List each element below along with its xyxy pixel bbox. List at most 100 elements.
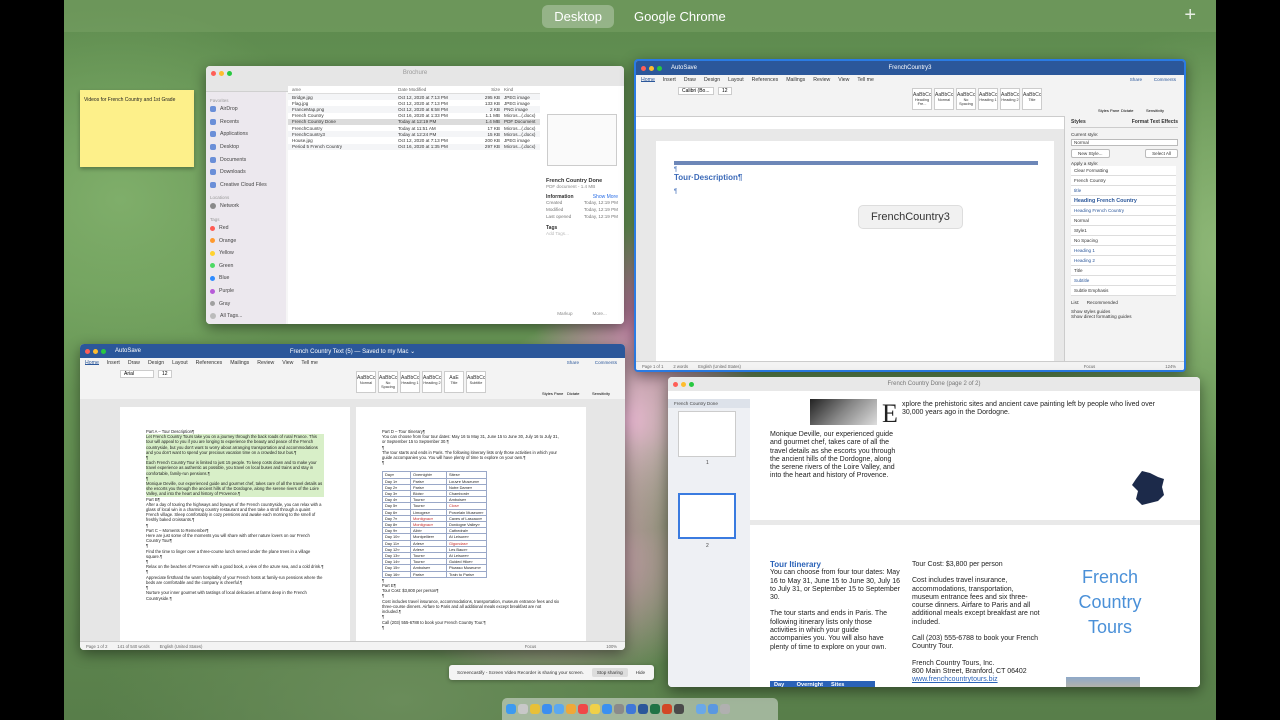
tab-format-text-effects[interactable]: Format Text Effects xyxy=(1132,119,1178,125)
file-row[interactable]: French Country Oct 16, 2020 at 1:33 PM 1.1… xyxy=(288,113,540,119)
tab-styles[interactable]: Styles xyxy=(1071,119,1086,125)
document-page-2[interactable]: Part D – Tour Itinerary¶ You can choose f… xyxy=(356,407,586,641)
sidebar-item-creative-cloud-files[interactable]: Creative Cloud Files xyxy=(210,179,282,192)
style-list-item[interactable]: French Country xyxy=(1071,176,1176,186)
paragraph[interactable]: Relax on the beaches of Provence with a … xyxy=(146,564,324,569)
add-tags-field[interactable]: Add Tags... xyxy=(546,231,618,236)
tab-tell-me[interactable]: Tell me xyxy=(857,77,873,83)
file-row[interactable]: House.jpg Oct 12, 2020 at 7:13 PM 200 KB JP… xyxy=(288,137,540,143)
style-gallery-item[interactable]: AaBbCcESubtitle xyxy=(466,371,486,393)
tab-view[interactable]: View xyxy=(282,360,293,366)
list-filter[interactable]: List: Recommended xyxy=(1071,300,1178,305)
table-cell[interactable]: Paris¤ xyxy=(410,570,447,578)
paragraph[interactable]: Each French Country Tour is limited to j… xyxy=(146,460,324,476)
style-gallery-item[interactable]: AaBbCcDdETitle xyxy=(1022,88,1042,110)
sidebar-tag-purple[interactable]: Purple xyxy=(210,285,282,298)
font-name-box[interactable]: Arial xyxy=(120,370,154,378)
new-style-button[interactable]: New Style... xyxy=(1071,149,1110,158)
tab-home[interactable]: Home xyxy=(641,77,655,83)
launchpad-icon[interactable] xyxy=(518,704,528,714)
select-all-button[interactable]: Select All xyxy=(1145,149,1178,158)
file-row[interactable]: Flag.jpg Oct 12, 2020 at 7:13 PM 133 KB JPE… xyxy=(288,100,540,106)
paragraph[interactable]: Cost includes travel insurance, accommod… xyxy=(382,599,560,615)
tab-draw[interactable]: Draw xyxy=(684,77,696,83)
tour-description-heading[interactable]: Tour·Description¶ xyxy=(674,173,742,182)
column-kind[interactable]: Kind xyxy=(504,87,540,92)
table-cell[interactable]: Caves of Lascaux¤ xyxy=(446,514,487,523)
document-area[interactable]: ¶ Tour·Description¶ ¶ xyxy=(636,129,1066,361)
paragraph[interactable]: ¶ xyxy=(382,625,560,630)
word-titlebar[interactable]: AutoSave FrenchCountry3 xyxy=(636,61,1184,75)
current-style-box[interactable]: Normal xyxy=(1071,139,1178,146)
space-tab-chrome[interactable]: Google Chrome xyxy=(622,5,738,28)
dictate-button[interactable]: Dictate xyxy=(1121,108,1133,113)
tab-draw[interactable]: Draw xyxy=(128,360,140,366)
style-gallery-item[interactable]: AaBbCcDdEHeading 2 xyxy=(1000,88,1020,110)
safari-icon[interactable] xyxy=(542,704,552,714)
font-name-box[interactable]: Calibri (Bo... xyxy=(678,87,714,95)
settings-icon[interactable] xyxy=(614,704,624,714)
sidebar-item-recents[interactable]: Recents xyxy=(210,116,282,129)
tab-tell-me[interactable]: Tell me xyxy=(301,360,317,366)
finder-window[interactable]: Brochure Favorites AirDrop Recents Applica… xyxy=(206,66,624,324)
tab-design[interactable]: Design xyxy=(148,360,164,366)
tab-layout[interactable]: Layout xyxy=(728,77,744,83)
mail-icon[interactable] xyxy=(554,704,564,714)
sidebar-tag-orange[interactable]: Orange xyxy=(210,234,282,247)
focus-button[interactable]: Focus xyxy=(1084,364,1095,369)
tab-mailings[interactable]: Mailings xyxy=(230,360,249,366)
style-list-item[interactable]: title xyxy=(1071,186,1176,196)
style-gallery-item[interactable]: AaBbCcDcHeading 1 xyxy=(400,371,420,393)
preview-titlebar[interactable]: French Country Done (page 2 of 2) xyxy=(668,377,1200,391)
tab-view[interactable]: View xyxy=(838,77,849,83)
file-row[interactable]: FrenchCountry Today at 11:51 AM 17 KB Micro… xyxy=(288,125,540,131)
sidebar-tag-yellow[interactable]: Yellow xyxy=(210,247,282,260)
paragraph[interactable]: Nurture your inner gourmet with tastings… xyxy=(146,590,324,600)
style-gallery-item[interactable]: AaBbCcDdENo Spacing xyxy=(378,371,398,393)
style-list-item[interactable]: Style1 xyxy=(1071,226,1176,236)
word-window-frenchcountry3[interactable]: AutoSave FrenchCountry3 Home Insert Draw De… xyxy=(634,59,1186,372)
focus-button[interactable]: Focus xyxy=(525,644,536,649)
document-page[interactable]: ¶ Tour·Description¶ ¶ xyxy=(656,141,1054,361)
sticky-note[interactable]: Videos for French Country and 1st Grade xyxy=(80,90,194,167)
more-button[interactable]: More... xyxy=(593,311,607,316)
calendar-icon[interactable] xyxy=(578,704,588,714)
sidebar-item-downloads[interactable]: Downloads xyxy=(210,166,282,179)
tab-review[interactable]: Review xyxy=(257,360,274,366)
tab-home[interactable]: Home xyxy=(85,360,99,366)
tab-design[interactable]: Design xyxy=(704,77,720,83)
paragraph[interactable]: After a day of touring the highways and … xyxy=(146,502,324,523)
tab-references[interactable]: References xyxy=(196,360,223,366)
company-website-link[interactable]: www.frenchcountrytours.biz xyxy=(912,676,1042,684)
style-list-item[interactable]: Subtitle xyxy=(1071,276,1176,286)
tab-insert[interactable]: Insert xyxy=(107,360,120,366)
sidebar-item-documents[interactable]: Documents xyxy=(210,153,282,166)
excel-icon[interactable] xyxy=(650,704,660,714)
style-gallery-item[interactable]: AaBbCcDdEHeading 1 xyxy=(978,88,998,110)
add-space-icon[interactable]: + xyxy=(1184,4,1196,27)
style-list-item[interactable]: Heading French Country xyxy=(1071,196,1176,206)
paragraph[interactable]: ¶ xyxy=(382,460,560,465)
share-button[interactable]: Share xyxy=(567,360,579,365)
dictate-button[interactable]: Dictate xyxy=(567,391,579,396)
paragraph[interactable]: Monique Deville, our experienced guide a… xyxy=(146,481,324,497)
paragraph[interactable]: Find the time to linger over a three-cou… xyxy=(146,549,324,559)
sidebar-item-applications[interactable]: Applications xyxy=(210,128,282,141)
downloads-icon[interactable] xyxy=(708,704,718,714)
file-row[interactable]: Period 5 French Country Oct 16, 2020 at 1… xyxy=(288,143,540,150)
style-list-item[interactable]: Normal xyxy=(1071,216,1176,226)
paragraph[interactable]: Appreciate firsthand the warm hospitalit… xyxy=(146,575,324,585)
sidebar-item-network[interactable]: Network xyxy=(210,200,282,213)
photos-icon[interactable] xyxy=(566,704,576,714)
style-list-item[interactable]: Heading 2 xyxy=(1071,256,1176,266)
notes-icon[interactable] xyxy=(590,704,600,714)
styles-pane-button[interactable]: Styles Pane xyxy=(1098,108,1119,113)
keynote-icon[interactable] xyxy=(626,704,636,714)
style-list-item[interactable]: No Spacing xyxy=(1071,236,1176,246)
paragraph[interactable]: Here are just some of the moments you wi… xyxy=(146,533,324,543)
file-row[interactable]: FrenchCountry3 Today at 12:24 PM 15 KB Micr… xyxy=(288,131,540,138)
table-cell[interactable]: Day 16¤ xyxy=(382,570,411,578)
sensitivity-button[interactable]: Sensitivity xyxy=(1146,108,1164,113)
paragraph[interactable]: The tour starts and ends in Paris. The f… xyxy=(382,450,560,460)
file-row[interactable]: French Country Done Today at 12:19 PM 1.4 … xyxy=(288,118,540,125)
